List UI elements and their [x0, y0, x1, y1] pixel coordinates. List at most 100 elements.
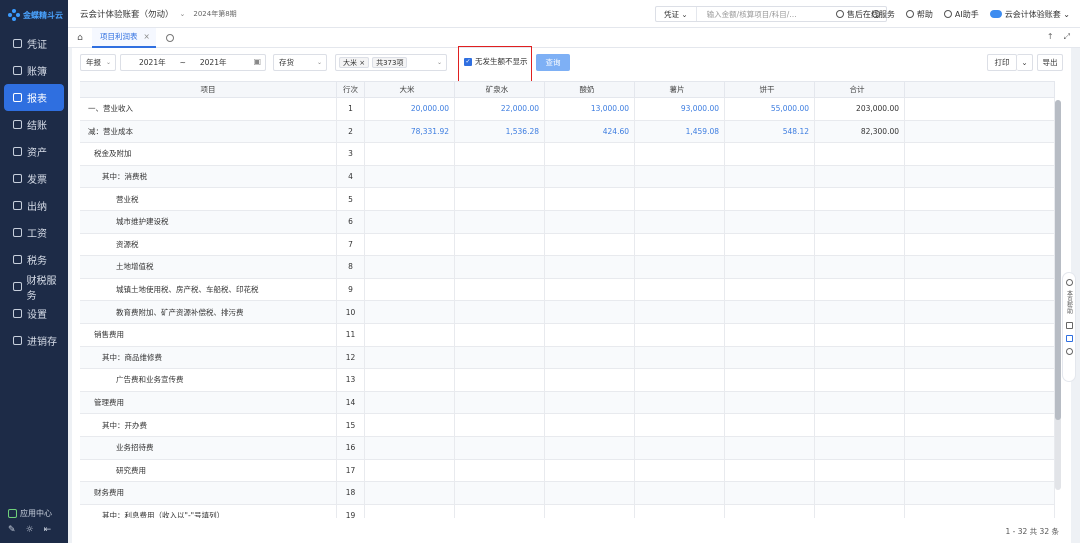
theme-icon[interactable]: ☼ — [26, 525, 34, 535]
tab-project-profit[interactable]: 项目利润表 × — [92, 27, 156, 48]
period-type-select[interactable]: 年报 ⌄ — [80, 54, 116, 71]
arrow-up-icon[interactable]: ↑ — [1047, 32, 1054, 41]
page-help-label[interactable]: 本页帮助 — [1066, 290, 1073, 314]
search-type-select[interactable]: 凭证 ⌄ — [656, 7, 697, 21]
value-cell[interactable] — [455, 143, 545, 165]
query-button[interactable]: 查询 — [536, 54, 570, 71]
value-cell[interactable] — [455, 482, 545, 504]
close-icon[interactable]: × — [144, 32, 150, 41]
value-cell[interactable] — [545, 323, 635, 346]
value-cell[interactable] — [545, 165, 635, 188]
value-cell[interactable] — [455, 436, 545, 459]
value-cell[interactable] — [545, 414, 635, 436]
sidebar-item-5[interactable]: 发票 — [4, 165, 64, 192]
value-cell[interactable] — [455, 414, 545, 436]
value-cell[interactable] — [365, 143, 455, 165]
value-cell[interactable] — [545, 504, 635, 518]
calendar-icon[interactable]: ▣ — [253, 57, 261, 66]
value-cell[interactable] — [635, 210, 725, 233]
arrow-right-icon[interactable] — [1065, 348, 1073, 355]
value-cell[interactable] — [635, 369, 725, 391]
value-cell[interactable] — [365, 504, 455, 518]
home-icon[interactable]: ⌂ — [68, 33, 92, 43]
value-cell[interactable] — [365, 414, 455, 436]
value-cell[interactable] — [455, 165, 545, 188]
value-cell[interactable] — [365, 482, 455, 504]
value-cell[interactable] — [545, 210, 635, 233]
sidebar-item-2[interactable]: 报表 — [4, 84, 64, 111]
value-cell[interactable]: 548.12 — [725, 120, 815, 143]
value-cell[interactable] — [725, 391, 815, 414]
value-cell[interactable]: 20,000.00 — [365, 98, 455, 120]
value-cell[interactable] — [635, 436, 725, 459]
value-cell[interactable] — [455, 504, 545, 518]
value-cell[interactable] — [545, 346, 635, 369]
edit-icon[interactable]: ✎ — [8, 525, 16, 535]
value-cell[interactable] — [455, 278, 545, 301]
value-cell[interactable] — [635, 482, 725, 504]
value-cell[interactable] — [725, 233, 815, 256]
value-cell[interactable] — [635, 256, 725, 278]
sidebar-item-4[interactable]: 资产 — [4, 138, 64, 165]
print-button[interactable]: 打印 — [987, 54, 1017, 71]
value-cell[interactable] — [545, 369, 635, 391]
value-cell[interactable] — [635, 504, 725, 518]
value-cell[interactable] — [365, 436, 455, 459]
value-cell[interactable] — [725, 369, 815, 391]
value-cell[interactable] — [725, 210, 815, 233]
value-cell[interactable] — [725, 188, 815, 210]
value-cell[interactable] — [545, 301, 635, 323]
value-cell[interactable] — [635, 165, 725, 188]
sidebar-item-9[interactable]: 财税服务 — [4, 273, 64, 302]
value-cell[interactable] — [365, 278, 455, 301]
value-cell[interactable] — [455, 256, 545, 278]
value-cell[interactable] — [545, 391, 635, 414]
value-cell[interactable] — [365, 233, 455, 256]
support-button[interactable]: 售后在线服务 — [835, 9, 895, 20]
value-cell[interactable] — [545, 436, 635, 459]
value-cell[interactable] — [455, 369, 545, 391]
sidebar-item-3[interactable]: 结账 — [4, 111, 64, 138]
value-cell[interactable] — [725, 482, 815, 504]
year-range-picker[interactable]: 2021年 ~ 2021年 ▣ — [120, 54, 266, 71]
sidebar-item-1[interactable]: 账簿 — [4, 57, 64, 84]
value-cell[interactable] — [455, 391, 545, 414]
value-cell[interactable] — [635, 301, 725, 323]
value-cell[interactable] — [725, 323, 815, 346]
value-cell[interactable]: 93,000.00 — [635, 98, 725, 120]
value-cell[interactable] — [635, 233, 725, 256]
value-cell[interactable]: 78,331.92 — [365, 120, 455, 143]
sidebar-item-10[interactable]: 设置 — [4, 300, 64, 327]
chevron-down-icon[interactable]: ⌄ — [180, 10, 186, 18]
sidebar-item-8[interactable]: 税务 — [4, 246, 64, 273]
value-cell[interactable] — [725, 459, 815, 482]
value-cell[interactable] — [545, 188, 635, 210]
help-button[interactable]: 帮助 — [905, 9, 933, 20]
value-cell[interactable] — [635, 459, 725, 482]
value-cell[interactable] — [725, 504, 815, 518]
app-center-link[interactable]: 应用中心 — [8, 508, 61, 519]
value-cell[interactable] — [635, 143, 725, 165]
sidebar-item-0[interactable]: 凭证 — [4, 30, 64, 57]
export-button[interactable]: 导出 — [1037, 54, 1063, 71]
value-cell[interactable] — [545, 459, 635, 482]
value-cell[interactable]: 55,000.00 — [725, 98, 815, 120]
tab-more-icon[interactable] — [165, 33, 174, 42]
value-cell[interactable] — [545, 143, 635, 165]
value-cell[interactable] — [365, 165, 455, 188]
category-select[interactable]: 存货 ⌄ — [273, 54, 327, 71]
value-cell[interactable]: 424.60 — [545, 120, 635, 143]
item-multiselect[interactable]: 大米 × 共373项 ⌄ — [335, 54, 447, 71]
value-cell[interactable] — [365, 210, 455, 233]
value-cell[interactable] — [545, 256, 635, 278]
to-year[interactable]: 2021年 — [200, 57, 227, 68]
gift-icon[interactable] — [1065, 335, 1073, 342]
value-cell[interactable] — [725, 165, 815, 188]
value-cell[interactable] — [635, 414, 725, 436]
value-cell[interactable]: 22,000.00 — [455, 98, 545, 120]
value-cell[interactable] — [455, 459, 545, 482]
value-cell[interactable] — [545, 278, 635, 301]
value-cell[interactable]: 13,000.00 — [545, 98, 635, 120]
from-year[interactable]: 2021年 — [139, 57, 166, 68]
value-cell[interactable] — [455, 210, 545, 233]
